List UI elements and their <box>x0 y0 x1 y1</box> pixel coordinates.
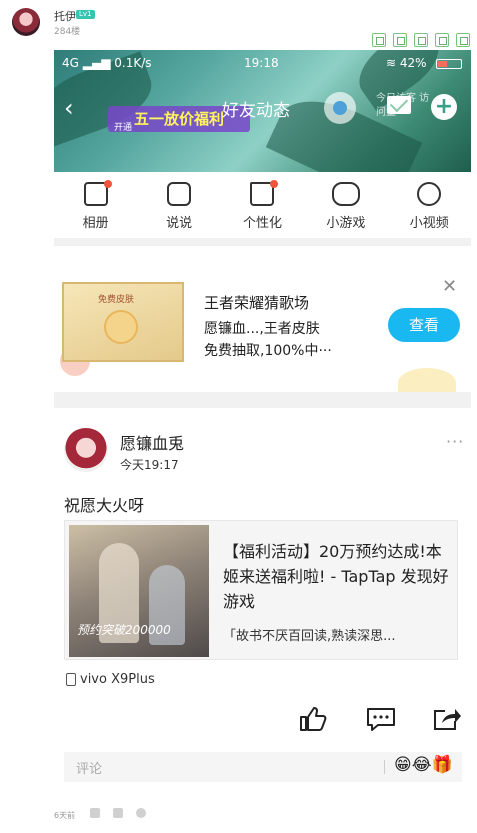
qzone-header-banner: 4G ▂▄▆ 0.1K/s 19:18 ≋ 42% ‹ 五一放价福利 开通 好友… <box>54 50 471 172</box>
shared-link-title: 【福利活动】20万预约达成!本姬来送福利啦! - TapTap 发现好游戏 <box>223 542 449 611</box>
thumbs-up-icon[interactable] <box>90 808 100 818</box>
shortcut-label: 小视频 <box>409 216 449 231</box>
poster-name[interactable]: 托伊 <box>54 8 76 24</box>
shared-link-card[interactable]: 预约突破200000 【福利活动】20万预约达成!本姬来送福利啦! - TapT… <box>64 520 458 660</box>
shared-link-thumbnail: 预约突破200000 <box>69 525 209 657</box>
promo-tag: 开通 <box>114 123 133 133</box>
battery-icon <box>436 59 462 69</box>
status-battery-text: ≋ 42% <box>386 56 427 70</box>
shortcut-label: 小游戏 <box>326 216 366 231</box>
play-circle-icon <box>417 182 442 206</box>
like-icon[interactable] <box>298 706 328 732</box>
reply-icon[interactable] <box>136 808 146 818</box>
status-time: 19:18 <box>244 56 279 70</box>
poster-avatar[interactable] <box>12 8 40 36</box>
settings-icon[interactable] <box>456 33 470 47</box>
battery-fill <box>438 61 448 67</box>
camera-icon[interactable] <box>324 92 356 124</box>
thumbs-down-icon[interactable] <box>113 808 123 818</box>
gamepad-icon <box>331 182 360 206</box>
notification-dot <box>270 180 279 188</box>
wifi-icon: ≋ <box>386 56 397 70</box>
more-options-icon[interactable]: ··· <box>446 432 464 451</box>
ad-description-line2: 免费抽取,100%中··· <box>204 343 332 359</box>
seal-icon <box>104 310 138 344</box>
add-icon[interactable]: + <box>431 94 457 120</box>
close-icon[interactable]: ✕ <box>442 276 457 297</box>
shortcut-bar: 相册 说说 个性化 小游戏 小视频 <box>54 180 471 236</box>
author-avatar[interactable] <box>64 428 108 472</box>
chat-bubble-icon <box>167 182 192 206</box>
comment-input[interactable]: 评论 😁😂🎁 <box>64 752 462 782</box>
shortcut-album[interactable]: 相册 <box>58 180 134 236</box>
copy-icon[interactable] <box>372 33 386 47</box>
ad-description-line1: 愿镰血...,王者皮肤 <box>204 321 320 337</box>
phone-icon <box>66 673 76 686</box>
shared-link-summary: 「故书不厌百回读,熟读深思... <box>223 629 396 644</box>
section-divider <box>54 238 471 246</box>
reply-time: 6天前 <box>54 811 76 820</box>
page-title: 好友动态 <box>222 101 290 121</box>
export-icon[interactable] <box>435 33 449 47</box>
thumbnail-caption: 预约突破200000 <box>77 623 171 637</box>
level-badge: Lv1 <box>76 10 95 19</box>
notification-dot <box>103 180 112 188</box>
floor-number: 284楼 <box>54 27 81 37</box>
shortcut-games[interactable]: 小游戏 <box>308 180 384 236</box>
shortcut-label: 个性化 <box>242 216 282 231</box>
author-name[interactable]: 愿镰血兎 <box>120 430 184 454</box>
ad-image-label: 免费皮肤 <box>98 295 135 305</box>
expand-icon[interactable] <box>393 33 407 47</box>
ad-title: 王者荣耀猜歌场 <box>204 294 310 312</box>
post-time: 今天19:17 <box>120 458 179 472</box>
save-icon[interactable] <box>414 33 428 47</box>
back-arrow-icon[interactable]: ‹ <box>64 94 74 122</box>
view-button[interactable]: 查看 <box>388 308 460 342</box>
shortcut-personalize[interactable]: 个性化 <box>224 180 300 236</box>
shortcut-label: 说说 <box>166 216 193 231</box>
post-toolbar <box>372 33 470 50</box>
status-network: 4G ▂▄▆ 0.1K/s <box>62 56 152 70</box>
divider <box>384 760 385 774</box>
mail-icon[interactable] <box>387 96 411 114</box>
shortcut-label: 相册 <box>82 216 109 231</box>
comment-icon[interactable] <box>366 706 396 732</box>
share-icon[interactable] <box>432 706 462 732</box>
shortcut-mood[interactable]: 说说 <box>141 180 217 236</box>
section-divider <box>54 392 471 408</box>
shortcut-videos[interactable]: 小视频 <box>391 180 467 236</box>
post-text: 祝愿大火呀 <box>64 496 145 515</box>
comment-placeholder: 评论 <box>76 762 103 777</box>
ad-card[interactable]: 免费皮肤 王者荣耀猜歌场 愿镰血...,王者皮肤 免费抽取,100%中··· ✕… <box>54 262 471 398</box>
emoji-picker-icon[interactable]: 😁😂🎁 <box>394 755 453 775</box>
device-name: vivo X9Plus <box>80 672 155 687</box>
